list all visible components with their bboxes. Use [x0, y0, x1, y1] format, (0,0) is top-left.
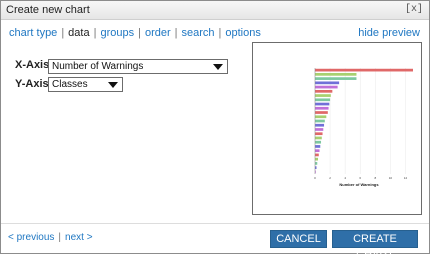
chart-bar — [315, 89, 333, 93]
y-axis-select-value: Classes — [52, 79, 88, 90]
chart-bar — [315, 68, 413, 72]
chart-tick-label: 0 — [314, 176, 316, 180]
dialog-title: Create new chart — [6, 4, 90, 16]
chart-preview-panel: 0 2 4 6 8 10 12 Number of Warnings — [252, 42, 422, 215]
chart-bar — [315, 85, 338, 89]
nav-separator: | — [93, 27, 97, 39]
hide-preview-link[interactable]: hide preview — [358, 27, 420, 39]
chart-tick-label: 6 — [359, 176, 361, 180]
step-data[interactable]: data — [68, 27, 89, 39]
close-button[interactable]: [x] — [405, 4, 423, 15]
chart-bar — [315, 149, 320, 153]
nav-separator: | — [174, 27, 178, 39]
chart-bar — [315, 162, 318, 165]
create-chart-button[interactable]: CREATE CHART — [332, 230, 418, 261]
chart-bar — [315, 102, 330, 106]
nav-separator: | — [218, 27, 222, 39]
y-axis-select[interactable]: Classes — [48, 77, 123, 92]
step-search[interactable]: search — [182, 27, 215, 39]
nav-separator: | — [61, 27, 65, 39]
chart-bars — [315, 68, 413, 174]
chevron-down-icon — [108, 82, 118, 88]
chart-bar — [315, 128, 324, 131]
chart-bar — [315, 153, 319, 157]
chart-bar — [315, 73, 357, 76]
chart-tick-label: 8 — [374, 176, 376, 180]
chart-x-axis-title: Number of Warnings — [339, 182, 379, 187]
chart-bar — [315, 157, 319, 161]
chevron-down-icon — [213, 64, 223, 70]
chart-bar — [315, 77, 357, 80]
create-chart-dialog: Create new chart [x] chart type | data | gro… — [0, 0, 430, 261]
chart-bar — [315, 115, 327, 119]
chart-bar — [315, 140, 322, 144]
y-axis-label: Y-Axis: — [15, 78, 53, 90]
chart-bar — [315, 145, 321, 148]
nav-separator: | — [138, 27, 141, 39]
chart-bar — [315, 136, 322, 140]
footer-separator: | — [58, 232, 62, 243]
chart-tick-label: 2 — [329, 176, 331, 180]
chart-bar — [315, 81, 340, 85]
chart-bar — [315, 94, 331, 97]
next-link[interactable]: next > — [65, 232, 93, 243]
step-order[interactable]: order — [145, 27, 171, 39]
wizard-steps-nav: chart type | data | groups | order | search | opti… — [9, 27, 261, 39]
chart-bar — [315, 106, 329, 110]
x-axis-select-value: Number of Warnings — [52, 61, 144, 72]
chart-preview-svg: 0 2 4 6 8 10 12 Number of Warnings — [314, 68, 413, 187]
step-chart-type[interactable]: chart type — [9, 27, 57, 39]
cancel-button[interactable]: CANCEL — [270, 230, 327, 248]
chart-bar — [315, 119, 325, 123]
x-axis-select[interactable]: Number of Warnings — [48, 59, 228, 74]
chart-bar — [315, 132, 323, 136]
chart-tick-label: 10 — [389, 176, 393, 180]
dialog-titlebar: Create new chart [x] — [1, 1, 429, 20]
footer-pagination: < previous | next > — [8, 232, 93, 243]
chart-bar — [315, 111, 328, 114]
chart-tick-labels: 0 2 4 6 8 10 12 — [314, 176, 407, 180]
step-groups[interactable]: groups — [100, 27, 134, 39]
chart-tick-label: 4 — [344, 176, 346, 180]
step-options[interactable]: options — [225, 27, 260, 39]
chart-tick-label: 12 — [404, 176, 408, 180]
footer-divider — [1, 223, 429, 224]
previous-link[interactable]: < previous — [8, 232, 54, 243]
chart-bar — [315, 98, 331, 102]
chart-bar — [315, 123, 325, 127]
